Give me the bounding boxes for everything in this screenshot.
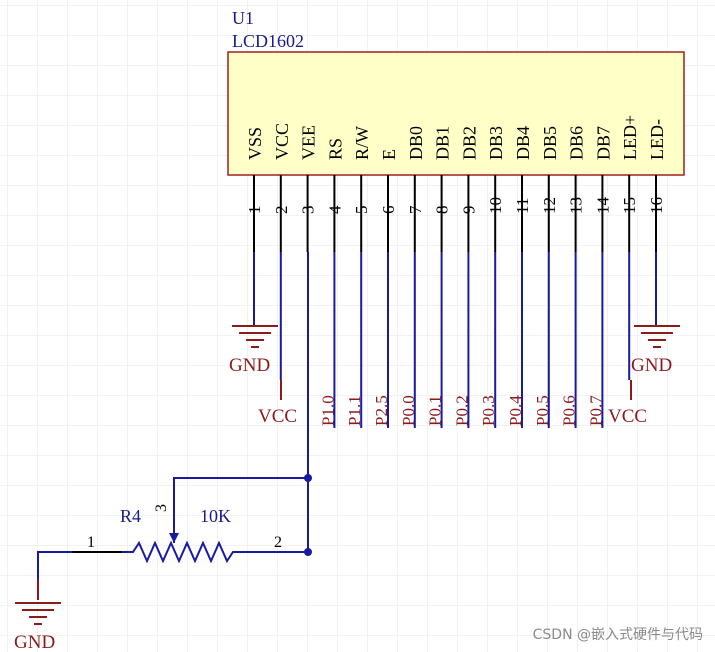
net-label: P0.3: [479, 395, 498, 426]
pin-number: 13: [567, 197, 586, 214]
pin-number: 2: [272, 206, 291, 215]
pin-name: RS: [325, 138, 345, 160]
pin-number: 3: [299, 206, 318, 215]
pin-number: 5: [352, 206, 371, 215]
pot-pin3-number: 3: [153, 504, 170, 512]
net-label: P0.5: [533, 395, 552, 426]
pin-name: DB5: [540, 126, 560, 160]
net-label: P1.0: [318, 395, 337, 426]
pot-value: 10K: [200, 506, 231, 526]
gnd-label-pin16: GND: [631, 355, 672, 376]
net-label: P2.5: [372, 395, 391, 426]
junction-dot-top: [304, 474, 312, 482]
net-label: P0.4: [506, 395, 525, 426]
vcc-label-pin2: VCC: [258, 406, 297, 427]
net-label: P0.1: [426, 395, 445, 426]
net-label: P0.6: [560, 395, 579, 426]
pin-name: DB4: [513, 126, 533, 160]
schematic-diagram: U1 LCD1602 VSS 1 VCC 2 VEE 3 RS 4 P1.0 R/W 5 P1.1 E 6…: [0, 0, 715, 652]
pin-number: 1: [245, 206, 264, 215]
lcd-value: LCD1602: [232, 31, 304, 51]
pin-number: 9: [459, 206, 478, 215]
net-label: P0.0: [399, 395, 418, 426]
pin-name: R/W: [352, 126, 372, 160]
net-label: P0.7: [586, 395, 605, 426]
net-label: P1.1: [345, 395, 364, 426]
pin-name: DB7: [593, 126, 613, 160]
pin-name: DB6: [567, 126, 587, 160]
pin-number: 14: [593, 197, 612, 215]
pin-name: DB0: [406, 126, 426, 160]
net-label: P0.2: [452, 395, 471, 426]
pin-number: 7: [406, 205, 425, 214]
pin-number: 15: [620, 197, 639, 214]
pin-name: DB3: [486, 126, 506, 160]
pin-name: LED+: [620, 115, 640, 160]
pin-number: 16: [647, 197, 666, 214]
lcd-body: [227, 51, 685, 176]
pin-number: 8: [433, 206, 452, 215]
junction-dot-bottom: [304, 548, 312, 556]
lcd-designator: U1: [232, 8, 254, 28]
gnd-label-pot: GND: [14, 632, 55, 652]
vcc-label-pin15: VCC: [608, 406, 647, 427]
pot-pin2-number: 2: [274, 534, 282, 551]
gnd-label-pin1: GND: [229, 355, 270, 376]
pin-name: DB1: [433, 126, 453, 160]
pin-name: E: [379, 149, 399, 160]
pin-name: VEE: [299, 125, 319, 160]
pin-name: DB2: [459, 126, 479, 160]
pin-number: 11: [513, 198, 532, 214]
pin-name: LED-: [647, 119, 667, 160]
pin-number: 12: [540, 197, 559, 214]
watermark-text: CSDN @嵌入式硬件与代码: [532, 627, 703, 643]
pin-name: VSS: [245, 127, 265, 160]
pot-pin1-number: 1: [87, 534, 95, 551]
pot-designator: R4: [120, 506, 141, 526]
pin-number: 6: [379, 206, 398, 215]
pin-number: 10: [486, 197, 505, 214]
pin-name: VCC: [272, 123, 292, 160]
pin-number: 4: [325, 205, 344, 214]
